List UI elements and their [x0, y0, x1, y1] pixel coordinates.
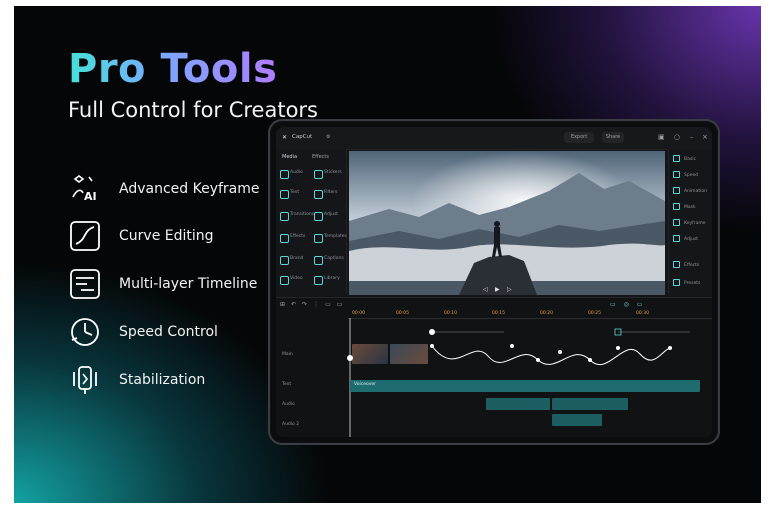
feature-stabilization: Stabilization — [68, 363, 205, 397]
clip-label: Voiceover — [354, 382, 377, 387]
feature-label: Multi-layer Timeline — [119, 276, 258, 292]
right-panel-item[interactable]: Effects — [673, 261, 699, 268]
svg-text:AI: AI — [84, 190, 97, 203]
left-panel-item[interactable]: Filters — [314, 187, 342, 201]
feature-speed-control: Speed Control — [68, 315, 218, 349]
left-panel-item[interactable]: Video — [280, 273, 308, 287]
left-panel-item[interactable]: Adjust — [314, 209, 342, 223]
app-topbar: ✕ CapCut ⚙ Export Share ▣ ○ – × — [276, 127, 712, 150]
curve-point — [588, 358, 592, 362]
curve-point — [668, 346, 672, 350]
svg-text:◁: ◁ — [483, 286, 488, 293]
video-editor-app: ✕ CapCut ⚙ Export Share ▣ ○ – × Media Ef… — [276, 127, 712, 437]
curve-icon — [68, 219, 102, 253]
promo-card: Pro Tools Full Control for Creators AI A… — [14, 6, 761, 503]
close-icon[interactable]: × — [702, 133, 708, 141]
audio-clip[interactable] — [552, 414, 602, 426]
right-panel-item[interactable]: Keyframe — [673, 219, 706, 226]
svg-text:▶: ▶ — [495, 286, 500, 293]
right-panel-item[interactable]: Speed — [673, 171, 698, 178]
right-panel-item[interactable]: Mask — [673, 203, 696, 210]
help-icon[interactable]: ○ — [674, 133, 680, 141]
app-name: CapCut — [292, 134, 313, 140]
keyframe-ai-icon: AI — [68, 172, 102, 206]
left-panel-item[interactable]: Effects — [280, 231, 308, 245]
page-title: Pro Tools — [68, 46, 278, 92]
timeline-panel: ⊞↶↷⋮▭▭ ▭◎▭ 00:00 00:05 00:10 00:15 00:20… — [276, 297, 712, 437]
curve-point — [510, 344, 514, 348]
left-panel: Media Effects Audio Stickers Text Filter… — [276, 149, 347, 294]
video-preview[interactable]: ◁ ▶ ▷ — [349, 151, 665, 295]
export-button[interactable]: Export — [564, 132, 594, 143]
keyframe-point — [429, 329, 435, 335]
audio-clip[interactable] — [552, 398, 628, 410]
tab-effects[interactable]: Effects — [312, 154, 329, 160]
left-panel-item[interactable]: Brand — [280, 253, 308, 267]
share-button[interactable]: Share — [602, 132, 624, 143]
left-panel-item[interactable]: Library — [314, 273, 342, 287]
curve-point — [430, 344, 434, 348]
playhead-handle — [347, 355, 353, 361]
right-panel: Basic Speed Animation Mask Keyframe Adju… — [668, 149, 712, 294]
timeline-layers-icon — [68, 267, 102, 301]
feature-label: Speed Control — [119, 324, 218, 340]
feature-advanced-keyframe: AI Advanced Keyframe — [68, 172, 260, 206]
feature-label: Stabilization — [119, 372, 206, 388]
speedometer-icon — [68, 315, 102, 349]
right-panel-item[interactable]: Presets — [673, 279, 700, 286]
mountain-scene-image: ◁ ▶ ▷ — [349, 151, 665, 295]
right-panel-item[interactable]: Animation — [673, 187, 707, 194]
left-panel-item[interactable]: Stickers — [314, 167, 342, 181]
left-panel-item[interactable]: Transitions — [280, 209, 314, 223]
curve-point — [616, 346, 620, 350]
tablet-mockup: ✕ CapCut ⚙ Export Share ▣ ○ – × Media Ef… — [268, 119, 720, 445]
feature-label: Advanced Keyframe — [119, 181, 260, 197]
settings-icon[interactable]: ⚙ — [326, 134, 330, 140]
right-panel-item[interactable]: Basic — [673, 155, 696, 162]
curve-point — [558, 350, 562, 354]
feature-curve-editing: Curve Editing — [68, 219, 214, 253]
left-panel-item[interactable]: Audio — [280, 167, 308, 181]
keyframe-curve[interactable] — [276, 298, 712, 437]
right-panel-item[interactable]: Adjust — [673, 235, 698, 242]
tab-media[interactable]: Media — [282, 154, 297, 160]
curve-point — [536, 358, 540, 362]
layout-icon[interactable]: ▣ — [658, 133, 665, 141]
left-panel-item[interactable]: Captions — [314, 253, 344, 267]
stabilization-icon — [68, 363, 102, 397]
minimize-icon[interactable]: – — [690, 133, 694, 141]
left-panel-item[interactable]: Text — [280, 187, 308, 201]
audio-clip[interactable] — [486, 398, 550, 410]
app-logo-icon: ✕ — [282, 134, 288, 141]
feature-multi-layer-timeline: Multi-layer Timeline — [68, 267, 257, 301]
main-track-clip[interactable]: Voiceover — [350, 380, 700, 392]
left-panel-item[interactable]: Templates — [314, 231, 347, 245]
svg-text:▷: ▷ — [507, 286, 512, 293]
feature-label: Curve Editing — [119, 228, 214, 244]
